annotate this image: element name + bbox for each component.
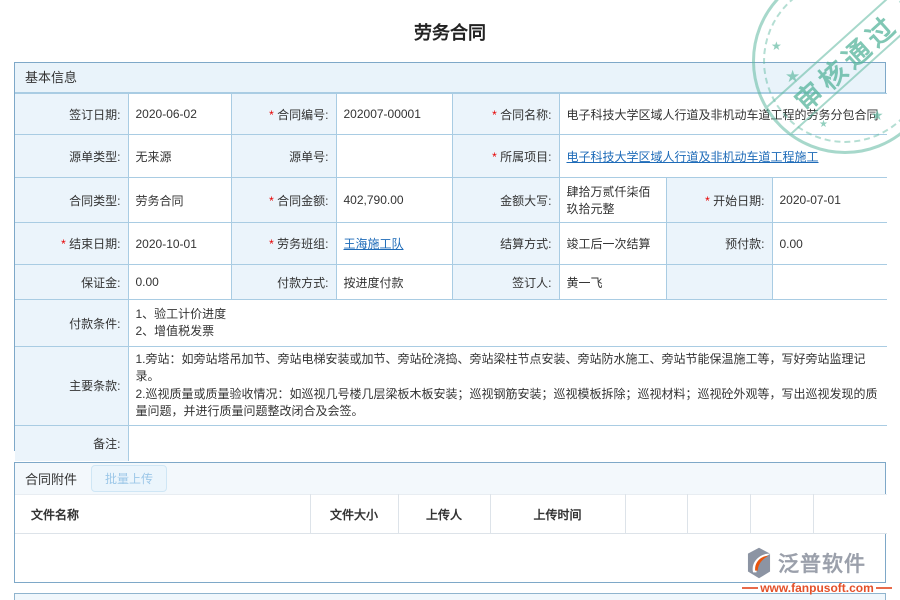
field-label-end-date: 结束日期:: [15, 223, 128, 265]
attachments-table: 文件名称 文件大小 上传人 上传时间: [15, 494, 887, 534]
table-row: 主要条款: 1.旁站：如旁站塔吊加节、旁站电梯安装或加节、旁站砼浇捣、旁站梁柱节…: [15, 347, 887, 426]
field-value-signer: 黄一飞: [559, 265, 666, 300]
field-label-payment-terms: 付款条件:: [15, 300, 128, 347]
field-label-settlement-method: 结算方式:: [452, 223, 559, 265]
field-value-payment-terms: 1、验工计价进度 2、增值税发票: [128, 300, 887, 347]
labor-team-link[interactable]: 王海施工队: [344, 237, 404, 251]
field-label-source-no: 源单号:: [231, 135, 336, 178]
field-value-source-no: [336, 135, 452, 178]
field-label-remarks: 备注:: [15, 425, 128, 461]
field-label-amount-in-words: 金额大写:: [452, 178, 559, 223]
field-label-main-terms: 主要条款:: [15, 347, 128, 426]
field-label-contract-type: 合同类型:: [15, 178, 128, 223]
field-value-contract-name: 电子科技大学区域人行道及非机动车道工程的劳务分包合同: [559, 94, 887, 135]
brand-url-line: [876, 587, 892, 589]
column-header-file-name: 文件名称: [15, 495, 310, 534]
field-label-labor-team: 劳务班组:: [231, 223, 336, 265]
column-header-empty: [750, 495, 813, 534]
brand-watermark: 泛普软件 www.fanpusoft.com: [742, 546, 892, 595]
field-label-project: 所属项目:: [452, 135, 559, 178]
brand-name: 泛普软件: [778, 548, 866, 578]
field-value-advance-payment: 0.00: [772, 223, 887, 265]
field-label-start-date: 开始日期:: [666, 178, 772, 223]
field-label-sign-date: 签订日期:: [15, 94, 128, 135]
table-row: 合同类型: 劳务合同 合同金额: 402,790.00 金额大写: 肆拾万贰仟柒…: [15, 178, 887, 223]
field-label-signer: 签订人:: [452, 265, 559, 300]
field-value-source-type: 无来源: [128, 135, 231, 178]
field-value-deposit: 0.00: [128, 265, 231, 300]
field-label-advance-payment: 预付款:: [666, 223, 772, 265]
field-label-contract-no: 合同编号:: [231, 94, 336, 135]
basic-info-table: 签订日期: 2020-06-02 合同编号: 202007-00001 合同名称…: [15, 93, 887, 461]
page-title: 劳务合同: [0, 19, 900, 45]
brand-url-text: www.fanpusoft.com: [758, 581, 876, 595]
field-value-contract-no: 202007-00001: [336, 94, 452, 135]
column-header-file-size: 文件大小: [310, 495, 398, 534]
field-value-settlement-method: 竣工后一次结算: [559, 223, 666, 265]
table-row: 结束日期: 2020-10-01 劳务班组: 王海施工队 结算方式: 竣工后一次…: [15, 223, 887, 265]
field-label-source-type: 源单类型:: [15, 135, 128, 178]
field-label-deposit: 保证金:: [15, 265, 128, 300]
table-row: 备注:: [15, 425, 887, 461]
column-header-empty: [625, 495, 687, 534]
attachments-header-row: 文件名称 文件大小 上传人 上传时间: [15, 495, 887, 534]
field-value-sign-date: 2020-06-02: [128, 94, 231, 135]
field-value-contract-amount: 402,790.00: [336, 178, 452, 223]
column-header-uploader: 上传人: [398, 495, 490, 534]
column-header-empty: [687, 495, 750, 534]
basic-info-panel: 基本信息 签订日期: 2020-06-02 合同编号: 202007-00001…: [14, 62, 886, 451]
brand-url-line: [742, 587, 758, 589]
field-label-empty: [666, 265, 772, 300]
field-value-labor-team: 王海施工队: [336, 223, 452, 265]
table-row: 付款条件: 1、验工计价进度 2、增值税发票: [15, 300, 887, 347]
field-value-contract-type: 劳务合同: [128, 178, 231, 223]
fanpu-logo-icon: [742, 546, 776, 580]
table-row: 源单类型: 无来源 源单号: 所属项目: 电子科技大学区域人行道及非机动车道工程…: [15, 135, 887, 178]
field-label-contract-amount: 合同金额:: [231, 178, 336, 223]
field-value-amount-in-words: 肆拾万贰仟柒佰玖拾元整: [559, 178, 666, 223]
field-value-start-date: 2020-07-01: [772, 178, 887, 223]
column-header-upload-time: 上传时间: [490, 495, 625, 534]
field-label-contract-name: 合同名称:: [452, 94, 559, 135]
table-row: 保证金: 0.00 付款方式: 按进度付款 签订人: 黄一飞: [15, 265, 887, 300]
field-value-main-terms: 1.旁站：如旁站塔吊加节、旁站电梯安装或加节、旁站砼浇捣、旁站梁柱节点安装、旁站…: [128, 347, 887, 426]
field-label-payment-method: 付款方式:: [231, 265, 336, 300]
field-value-empty: [772, 265, 887, 300]
batch-upload-button[interactable]: 批量上传: [91, 465, 167, 492]
column-header-empty: [813, 495, 887, 534]
field-value-end-date: 2020-10-01: [128, 223, 231, 265]
field-value-remarks: [128, 425, 887, 461]
basic-info-section-title: 基本信息: [15, 63, 885, 93]
attachments-section-title: 合同附件: [25, 469, 77, 488]
table-row: 签订日期: 2020-06-02 合同编号: 202007-00001 合同名称…: [15, 94, 887, 135]
field-value-project: 电子科技大学区域人行道及非机动车道工程施工: [559, 135, 887, 178]
brand-url: www.fanpusoft.com: [742, 581, 892, 595]
project-link[interactable]: 电子科技大学区域人行道及非机动车道工程施工: [567, 150, 819, 164]
field-value-payment-method: 按进度付款: [336, 265, 452, 300]
